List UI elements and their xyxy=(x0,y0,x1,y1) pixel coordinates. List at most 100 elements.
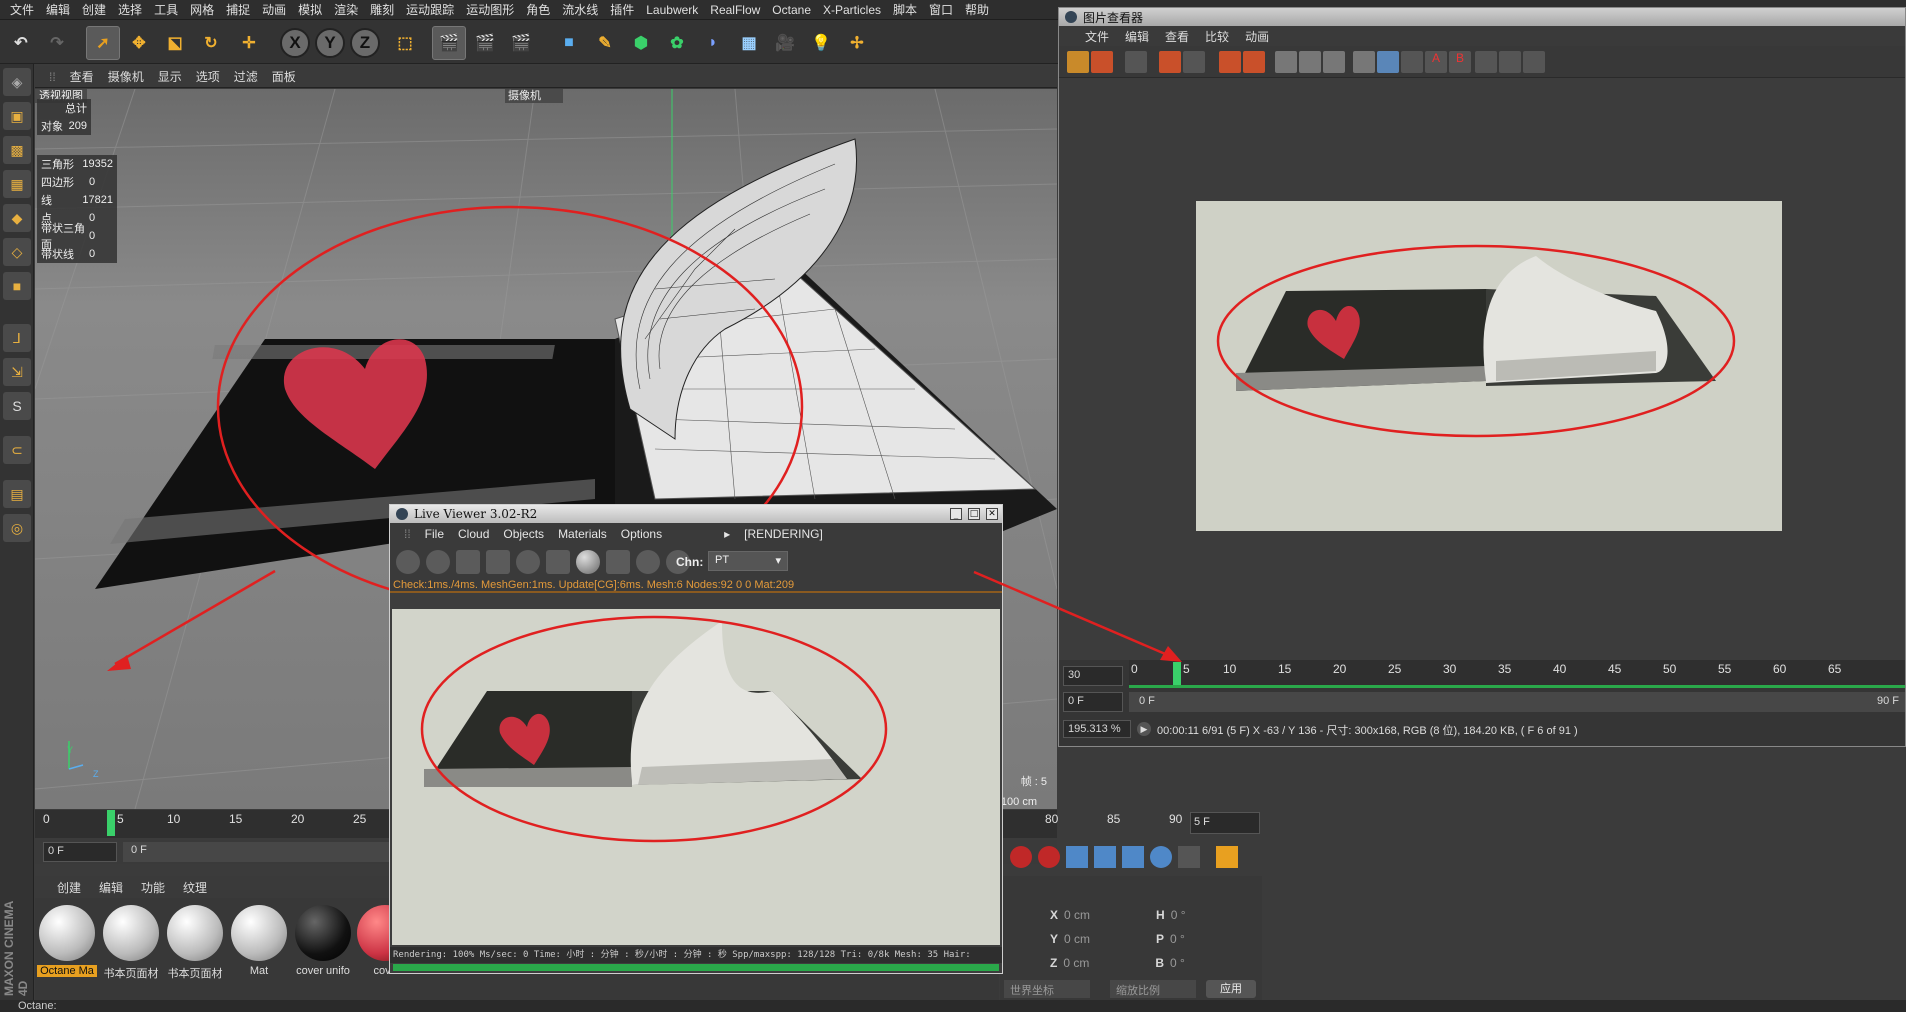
menu-pipeline[interactable]: 流水线 xyxy=(556,1,604,18)
save-icon[interactable] xyxy=(1091,51,1113,73)
key-pla-icon[interactable] xyxy=(1178,846,1200,868)
render-active-icon[interactable] xyxy=(1299,51,1321,73)
chevron-right-icon[interactable]: ▸ xyxy=(724,527,730,541)
subdivision-icon[interactable]: ⬢ xyxy=(624,26,658,60)
lock-icon[interactable] xyxy=(546,550,570,574)
pv-frame-field[interactable]: 0 F xyxy=(1063,692,1123,712)
compare-ab-icon[interactable] xyxy=(1353,51,1375,73)
polygons-mode-icon[interactable]: ■ xyxy=(3,272,31,300)
material-swatch[interactable]: Mat xyxy=(229,903,289,983)
edges-mode-icon[interactable]: ◇ xyxy=(3,238,31,266)
material-swatch[interactable]: 书本页面材 xyxy=(101,903,161,983)
set-b-icon[interactable]: B xyxy=(1449,51,1471,73)
deformer-icon[interactable]: ◗ xyxy=(696,26,730,60)
undo-icon[interactable]: ↶ xyxy=(4,26,38,60)
spline-icon[interactable]: ✢ xyxy=(840,26,874,60)
key-rotation-icon[interactable] xyxy=(1122,846,1144,868)
coord-pos-field[interactable]: 0 cm xyxy=(1064,908,1150,922)
menu-mograph[interactable]: 运动图形 xyxy=(460,1,520,18)
array-icon[interactable]: ✿ xyxy=(660,26,694,60)
coord-pos-field[interactable]: 0 cm xyxy=(1063,956,1149,970)
menu-xparticles[interactable]: X-Particles xyxy=(817,3,887,17)
pv-menu-animation[interactable]: 动画 xyxy=(1245,28,1269,45)
pv-menu-file[interactable]: 文件 xyxy=(1085,28,1109,45)
tweak-icon[interactable]: ⇲ xyxy=(3,358,31,386)
menu-motion-tracking[interactable]: 运动跟踪 xyxy=(400,1,460,18)
key-parameter-icon[interactable] xyxy=(1150,846,1172,868)
settings-gear-icon[interactable] xyxy=(516,550,540,574)
points-mode-icon[interactable]: ◆ xyxy=(3,204,31,232)
compare-1-icon[interactable] xyxy=(1475,51,1497,73)
menu-tools[interactable]: 工具 xyxy=(148,1,184,18)
pv-frame-slider[interactable]: 0 F 90 F xyxy=(1129,692,1905,712)
material-swatch[interactable]: cover xyxy=(357,903,391,983)
frame-range-slider[interactable]: 0 F xyxy=(123,842,423,862)
menu-script[interactable]: 脚本 xyxy=(887,1,923,18)
key-scale-icon[interactable] xyxy=(1094,846,1116,868)
channel-select[interactable]: PT ▾ xyxy=(708,551,788,571)
maximize-icon[interactable]: □ xyxy=(968,508,980,520)
snap-icon[interactable]: ◎ xyxy=(3,514,31,542)
menu-select[interactable]: 选择 xyxy=(112,1,148,18)
move-icon[interactable]: ✥ xyxy=(122,26,156,60)
menu-help[interactable]: 帮助 xyxy=(959,1,995,18)
coord-pos-field[interactable]: 0 cm xyxy=(1064,932,1150,946)
coord-rot-field[interactable]: 0 ° xyxy=(1171,908,1251,922)
menu-character[interactable]: 角色 xyxy=(520,1,556,18)
pv-zoom-field[interactable]: 195.313 % xyxy=(1063,720,1131,738)
lv-menu-objects[interactable]: Objects xyxy=(503,527,544,541)
pv-timeline-ruler[interactable]: 0 5 10 15 20 25 30 35 40 45 50 55 60 65 xyxy=(1129,660,1905,688)
viewport-menu-options[interactable]: 选项 xyxy=(196,68,220,85)
pv-playhead[interactable] xyxy=(1173,662,1181,686)
render-region-icon[interactable] xyxy=(1275,51,1297,73)
render-picture-viewer-icon[interactable]: 🎬 xyxy=(468,26,502,60)
camera-icon[interactable]: 🎥 xyxy=(768,26,802,60)
magnet-icon[interactable]: ⊂ xyxy=(3,436,31,464)
lv-menu-cloud[interactable]: Cloud xyxy=(458,527,489,541)
material-swatch[interactable]: cover unifo xyxy=(293,903,353,983)
menu-realflow[interactable]: RealFlow xyxy=(704,3,766,17)
live-select-icon[interactable]: ➚ xyxy=(86,26,120,60)
material-ball-icon[interactable] xyxy=(576,550,600,574)
set-a-icon[interactable]: A xyxy=(1425,51,1447,73)
picker-icon[interactable] xyxy=(1183,51,1205,73)
make-editable-icon[interactable]: ◈ xyxy=(3,68,31,96)
autokey-icon[interactable] xyxy=(1010,846,1032,868)
lock-workplane-icon[interactable]: ▤ xyxy=(3,480,31,508)
start-frame-field[interactable]: 0 F xyxy=(43,842,117,862)
copy-icon[interactable] xyxy=(1219,51,1241,73)
compare-3-icon[interactable] xyxy=(1523,51,1545,73)
clay-mode-icon[interactable] xyxy=(606,550,630,574)
material-swatch[interactable]: Octane Ma xyxy=(37,903,97,983)
viewport-menu-camera[interactable]: 摄像机 xyxy=(108,68,144,85)
render-settings-icon[interactable]: 🎬 xyxy=(504,26,538,60)
material-menu-texture[interactable]: 纹理 xyxy=(183,879,207,896)
material-swatch[interactable]: 书本页面材 xyxy=(165,903,225,983)
record-key-icon[interactable] xyxy=(1038,846,1060,868)
split-view-icon[interactable] xyxy=(1377,51,1399,73)
pv-fps-field[interactable]: 30 xyxy=(1063,666,1123,686)
floor-icon[interactable]: ▦ xyxy=(732,26,766,60)
pv-play-icon[interactable]: ▶ xyxy=(1137,722,1151,736)
viewport-menu-view[interactable]: 查看 xyxy=(70,68,94,85)
menu-edit[interactable]: 编辑 xyxy=(40,1,76,18)
region-render-icon[interactable] xyxy=(486,550,510,574)
menu-octane[interactable]: Octane xyxy=(766,3,817,17)
focus-pick-icon[interactable] xyxy=(636,550,660,574)
viewport-menu-display[interactable]: 显示 xyxy=(158,68,182,85)
render-view-icon[interactable]: 🎬 xyxy=(432,26,466,60)
key-position-icon[interactable] xyxy=(1066,846,1088,868)
ab-icon[interactable] xyxy=(1401,51,1423,73)
scale-mode-select[interactable]: 缩放比例 xyxy=(1110,980,1196,998)
region-icon[interactable] xyxy=(1159,51,1181,73)
restart-icon[interactable] xyxy=(426,550,450,574)
material-menu-create[interactable]: 创建 xyxy=(57,879,81,896)
pen-icon[interactable]: ✎ xyxy=(588,26,622,60)
model-mode-icon[interactable]: ▣ xyxy=(3,102,31,130)
menu-snap[interactable]: 捕捉 xyxy=(220,1,256,18)
coord-rot-field[interactable]: 0 ° xyxy=(1170,932,1250,946)
pause-icon[interactable] xyxy=(456,550,480,574)
pv-menu-compare[interactable]: 比较 xyxy=(1205,28,1229,45)
workplane-icon[interactable]: ▦ xyxy=(3,170,31,198)
menu-sculpt[interactable]: 雕刻 xyxy=(364,1,400,18)
